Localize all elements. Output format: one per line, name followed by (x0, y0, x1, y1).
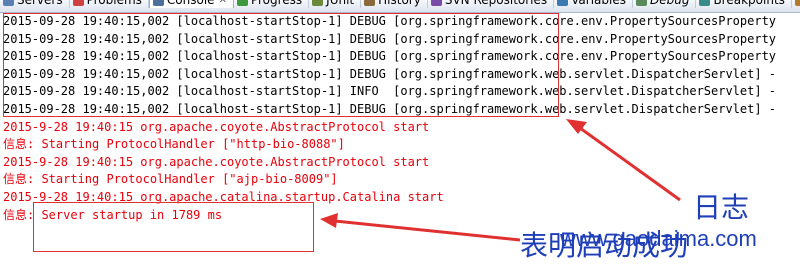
tab-label: Progress (250, 0, 303, 7)
tab-label: Servers (17, 0, 63, 7)
breakpoints-icon (699, 0, 711, 6)
servers-icon (3, 0, 14, 6)
search-icon (794, 0, 800, 6)
tab-label: Breakpoints (713, 0, 785, 7)
tab-search[interactable]: Search (792, 0, 800, 8)
tab-progress[interactable]: Progress (234, 0, 310, 8)
log-annotation-label: 日志 (693, 191, 750, 224)
tab-label: Console (166, 0, 215, 7)
tab-junit[interactable]: JUnit (309, 0, 362, 8)
history-icon (364, 0, 376, 6)
tab-label: Problems (86, 0, 142, 7)
debug-icon (635, 0, 647, 6)
console-line: 2015-9-28 19:40:15 org.apache.coyote.Abs… (3, 119, 430, 134)
tab-servers[interactable]: Servers (0, 0, 70, 8)
console-line: 信息: Starting ProtocolHandler ["ajp-bio-8… (3, 172, 338, 187)
variables-icon (557, 0, 569, 6)
tab-history[interactable]: History (361, 0, 428, 8)
watermark-text: www.gaodaima.com (560, 226, 757, 251)
view-tab-bar: Servers Problems Console ✕ Progress JUnit Hist… (0, 0, 800, 13)
console-line: 信息: Starting ProtocolHandler ["http-bio-… (3, 137, 345, 152)
tab-list: Servers Problems Console ✕ Progress JUnit Hist… (0, 0, 800, 8)
svn-icon (430, 0, 442, 6)
tab-debug[interactable]: Debug (633, 0, 697, 8)
progress-icon (236, 0, 248, 6)
tab-label: JUnit (326, 0, 355, 7)
tab-svn-repositories[interactable]: SVN Repositories (428, 0, 555, 8)
console-line: 2015-9-28 19:40:15 org.apache.coyote.Abs… (3, 154, 430, 169)
startup-highlight-box (33, 202, 314, 252)
junit-icon (312, 0, 324, 6)
tab-problems[interactable]: Problems (70, 0, 149, 8)
tab-label: Debug (649, 0, 690, 7)
tab-label: Variables (571, 0, 626, 7)
tab-console[interactable]: Console ✕ (148, 0, 234, 8)
tab-variables[interactable]: Variables (554, 0, 633, 8)
close-icon[interactable]: ✕ (219, 0, 227, 6)
log-highlight-box (3, 13, 559, 117)
problems-icon (72, 0, 84, 6)
tab-breakpoints[interactable]: Breakpoints (696, 0, 792, 8)
tab-label: History (378, 0, 421, 7)
console-icon (152, 0, 164, 6)
tab-label: SVN Repositories (444, 0, 548, 7)
